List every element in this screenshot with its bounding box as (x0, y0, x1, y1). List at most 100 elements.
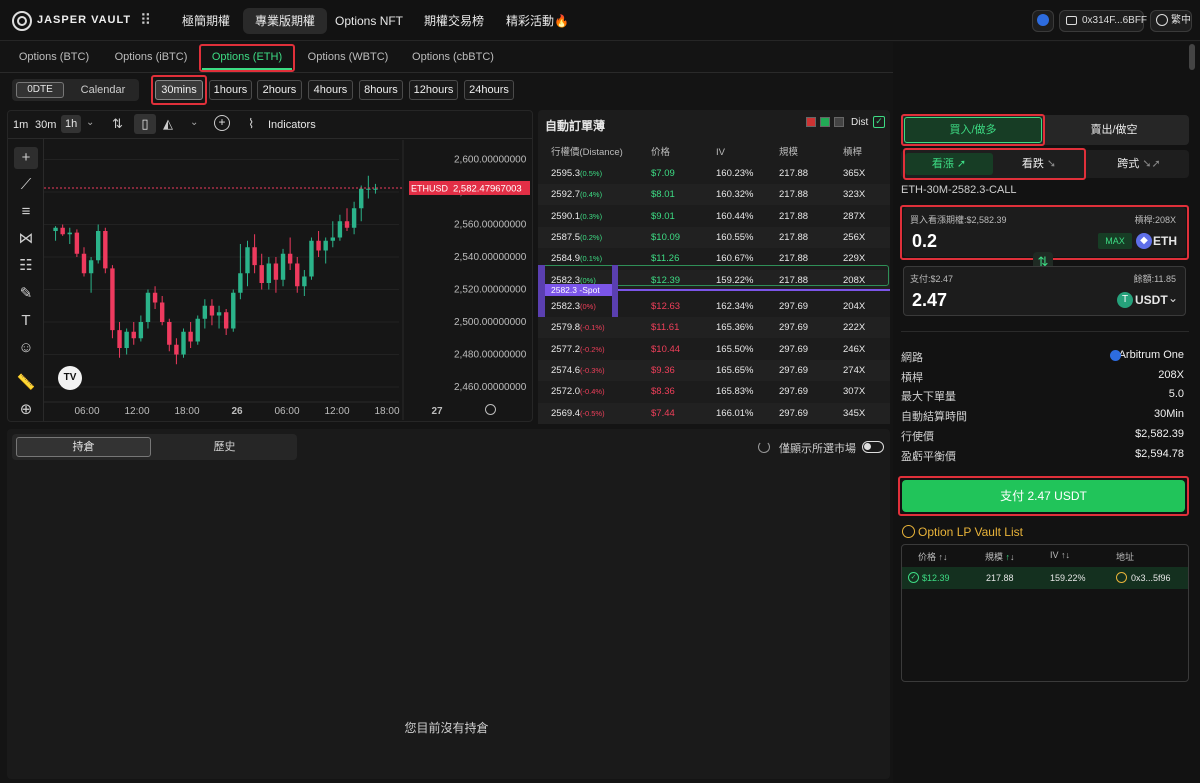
candle-body (280, 253, 286, 280)
duration-1hours[interactable]: 1hours (209, 80, 252, 100)
sell-short-tab[interactable]: 賣出/做空 (1044, 117, 1184, 143)
put-row[interactable]: 2582.3 (0%) $12.63 162.34% 297.69 204X (538, 296, 890, 317)
chart-settings-icon[interactable] (485, 404, 496, 415)
tab-options-btc[interactable]: Options (BTC) (12, 44, 96, 70)
lp-col-iv[interactable]: IV ↑↓ (1050, 550, 1070, 560)
put-row[interactable]: 2579.8 (-0.1%) $11.61 165.36% 297.69 222X (538, 317, 890, 339)
x-tick-label: 18:00 (174, 406, 199, 417)
put-row[interactable]: 2574.6 (-0.3%) $9.36 165.65% 297.69 274X (538, 359, 890, 381)
tab-options-wbtc[interactable]: Options (WBTC) (302, 44, 394, 70)
interval-30m[interactable]: 30m (35, 119, 56, 131)
lp-col-iv-label: IV (1050, 550, 1059, 560)
detail-label: 行使價 (901, 430, 934, 443)
pay-button[interactable]: 支付 2.47 USDT (902, 480, 1185, 512)
nav-leaderboard[interactable]: 期權交易榜 (412, 8, 496, 34)
detail-value: 208X (1158, 368, 1184, 381)
candle-body (316, 240, 321, 251)
lp-col-size[interactable]: 規模 ↑↓ (985, 550, 1015, 563)
put-row[interactable]: 2577.2 (-0.2%) $10.44 165.50% 297.69 246X (538, 339, 890, 360)
lp-selected-check-icon: ✓ (908, 572, 919, 583)
symbol-label: ETHUSD (411, 183, 449, 193)
max-button[interactable]: MAX (1098, 233, 1132, 249)
zoom-icon[interactable]: ⊕ (14, 399, 38, 421)
wallet-button[interactable]: 0x314F...6BFF (1059, 10, 1147, 32)
lp-address-icon (1116, 572, 1127, 583)
candles-icon[interactable]: ▯ (134, 114, 156, 134)
call-strike: 2590.1 (551, 210, 581, 222)
apps-grid-icon[interactable]: ⠿ (140, 13, 151, 28)
pattern-icon[interactable]: ⋈ (14, 228, 38, 250)
dist-checkbox[interactable]: ✓ (873, 116, 885, 128)
duration-30mins[interactable]: 30mins (155, 80, 203, 100)
call-price: $10.09 (651, 231, 681, 243)
candle-body (96, 231, 101, 261)
duration-2hours[interactable]: 2hours (257, 80, 302, 100)
chart-type-dropdown-icon[interactable]: ⌄ (190, 117, 198, 128)
bar-type-icon[interactable]: ⇅ (112, 116, 123, 132)
network-button[interactable] (1032, 10, 1054, 32)
lp-vault-row[interactable]: ✓ $12.39 217.88 159.22% 0x3...5f96 (902, 567, 1188, 589)
horizontal-lines-icon[interactable]: ≡ (14, 201, 38, 223)
brush-icon[interactable]: ✎ (14, 283, 38, 305)
call-row[interactable]: 2587.5 (0.2%) $10.09 160.55% 217.88 256X (538, 226, 890, 248)
option-asset-tabs: Options (BTC) Options (iBTC) Options (ET… (0, 44, 893, 70)
language-button[interactable]: 繁中 (1150, 10, 1192, 32)
straddle-tab[interactable]: 跨式 ➘➚ (1092, 153, 1186, 175)
tab-positions[interactable]: 持倉 (16, 437, 151, 457)
duration-8hours[interactable]: 8hours (359, 80, 403, 100)
expiry-0dte[interactable]: 0DTE (16, 82, 64, 98)
indicators-button[interactable]: Indicators (268, 119, 316, 131)
pay-asset-dropdown-icon[interactable]: ⌄ (1168, 291, 1178, 305)
tab-options-cbbtc[interactable]: Options (cbBTC) (406, 44, 500, 70)
nav-events[interactable]: 精彩活動🔥 (494, 8, 581, 34)
add-indicator-icon[interactable]: + (214, 115, 230, 131)
area-chart-icon[interactable]: ◭ (163, 116, 173, 132)
lp-col-price[interactable]: 价格 ↑↓ (918, 550, 948, 563)
y-tick-label: 2,500.00000000 (454, 317, 527, 328)
call-label: 看漲 (931, 158, 954, 170)
put-tab[interactable]: 看跌 ➘ (996, 153, 1082, 175)
layout-puts-icon[interactable] (834, 117, 844, 127)
put-row[interactable]: 2569.4 (-0.5%) $7.44 166.01% 297.69 345X (538, 402, 890, 424)
call-row[interactable]: 2592.7 (0.4%) $8.01 160.32% 217.88 323X (538, 184, 890, 206)
layout-both-icon[interactable] (806, 117, 816, 127)
trend-line-icon[interactable]: ⟋ (14, 174, 38, 196)
put-row[interactable]: 2572.0 (-0.4%) $8.36 165.83% 297.69 307X (538, 381, 890, 402)
tab-options-ibtc[interactable]: Options (iBTC) (108, 44, 194, 70)
candle-body (131, 331, 136, 339)
selected-market-toggle[interactable] (862, 441, 884, 453)
put-iv: 165.83% (716, 386, 754, 398)
text-tool-icon[interactable]: T (14, 310, 38, 332)
refresh-icon[interactable] (758, 441, 770, 453)
interval-1h[interactable]: 1h (61, 115, 82, 133)
candle-body (67, 232, 72, 235)
buy-long-tab[interactable]: 買入/做多 (904, 117, 1042, 143)
layout-calls-icon[interactable] (820, 117, 830, 127)
expiry-calendar[interactable]: Calendar (72, 82, 134, 98)
duration-24hours[interactable]: 24hours (464, 80, 514, 100)
tab-history[interactable]: 歷史 (157, 437, 292, 457)
emoji-icon[interactable]: ☺ (14, 337, 38, 359)
interval-1m[interactable]: 1m (13, 119, 28, 131)
nav-simple-options[interactable]: 極簡期權 (170, 8, 242, 34)
x-tick-label: 12:00 (124, 406, 149, 417)
call-row[interactable]: 2590.1 (0.3%) $9.01 160.44% 217.88 287X (538, 206, 890, 227)
amount-input[interactable]: 0.2 (912, 231, 937, 252)
call-tab[interactable]: 看漲 ➚ (905, 153, 993, 175)
scrollbar-thumb[interactable] (1189, 44, 1195, 70)
nav-pro-options[interactable]: 專業版期權 (243, 8, 328, 34)
nav-options-nft[interactable]: Options NFT (323, 8, 415, 34)
fib-icon[interactable]: ☷ (14, 255, 38, 277)
candlestick-chart[interactable]: 2,600.000000002,580.000000002,560.000000… (44, 140, 532, 421)
tab-options-eth[interactable]: Options (ETH) (202, 44, 292, 70)
dist-label: Dist (851, 117, 869, 128)
candle-body (245, 247, 250, 274)
call-row[interactable]: 2595.3 (0.5%) $7.09 160.23% 217.88 365X (538, 163, 890, 184)
interval-dropdown-icon[interactable]: ⌄ (86, 117, 94, 128)
duration-4hours[interactable]: 4hours (308, 80, 353, 100)
candle-body (252, 247, 257, 266)
crosshair-icon[interactable]: + (14, 147, 38, 169)
pay-asset[interactable]: USDT (1135, 293, 1168, 307)
duration-12hours[interactable]: 12hours (409, 80, 458, 100)
ruler-icon[interactable]: 📏 (14, 372, 38, 394)
